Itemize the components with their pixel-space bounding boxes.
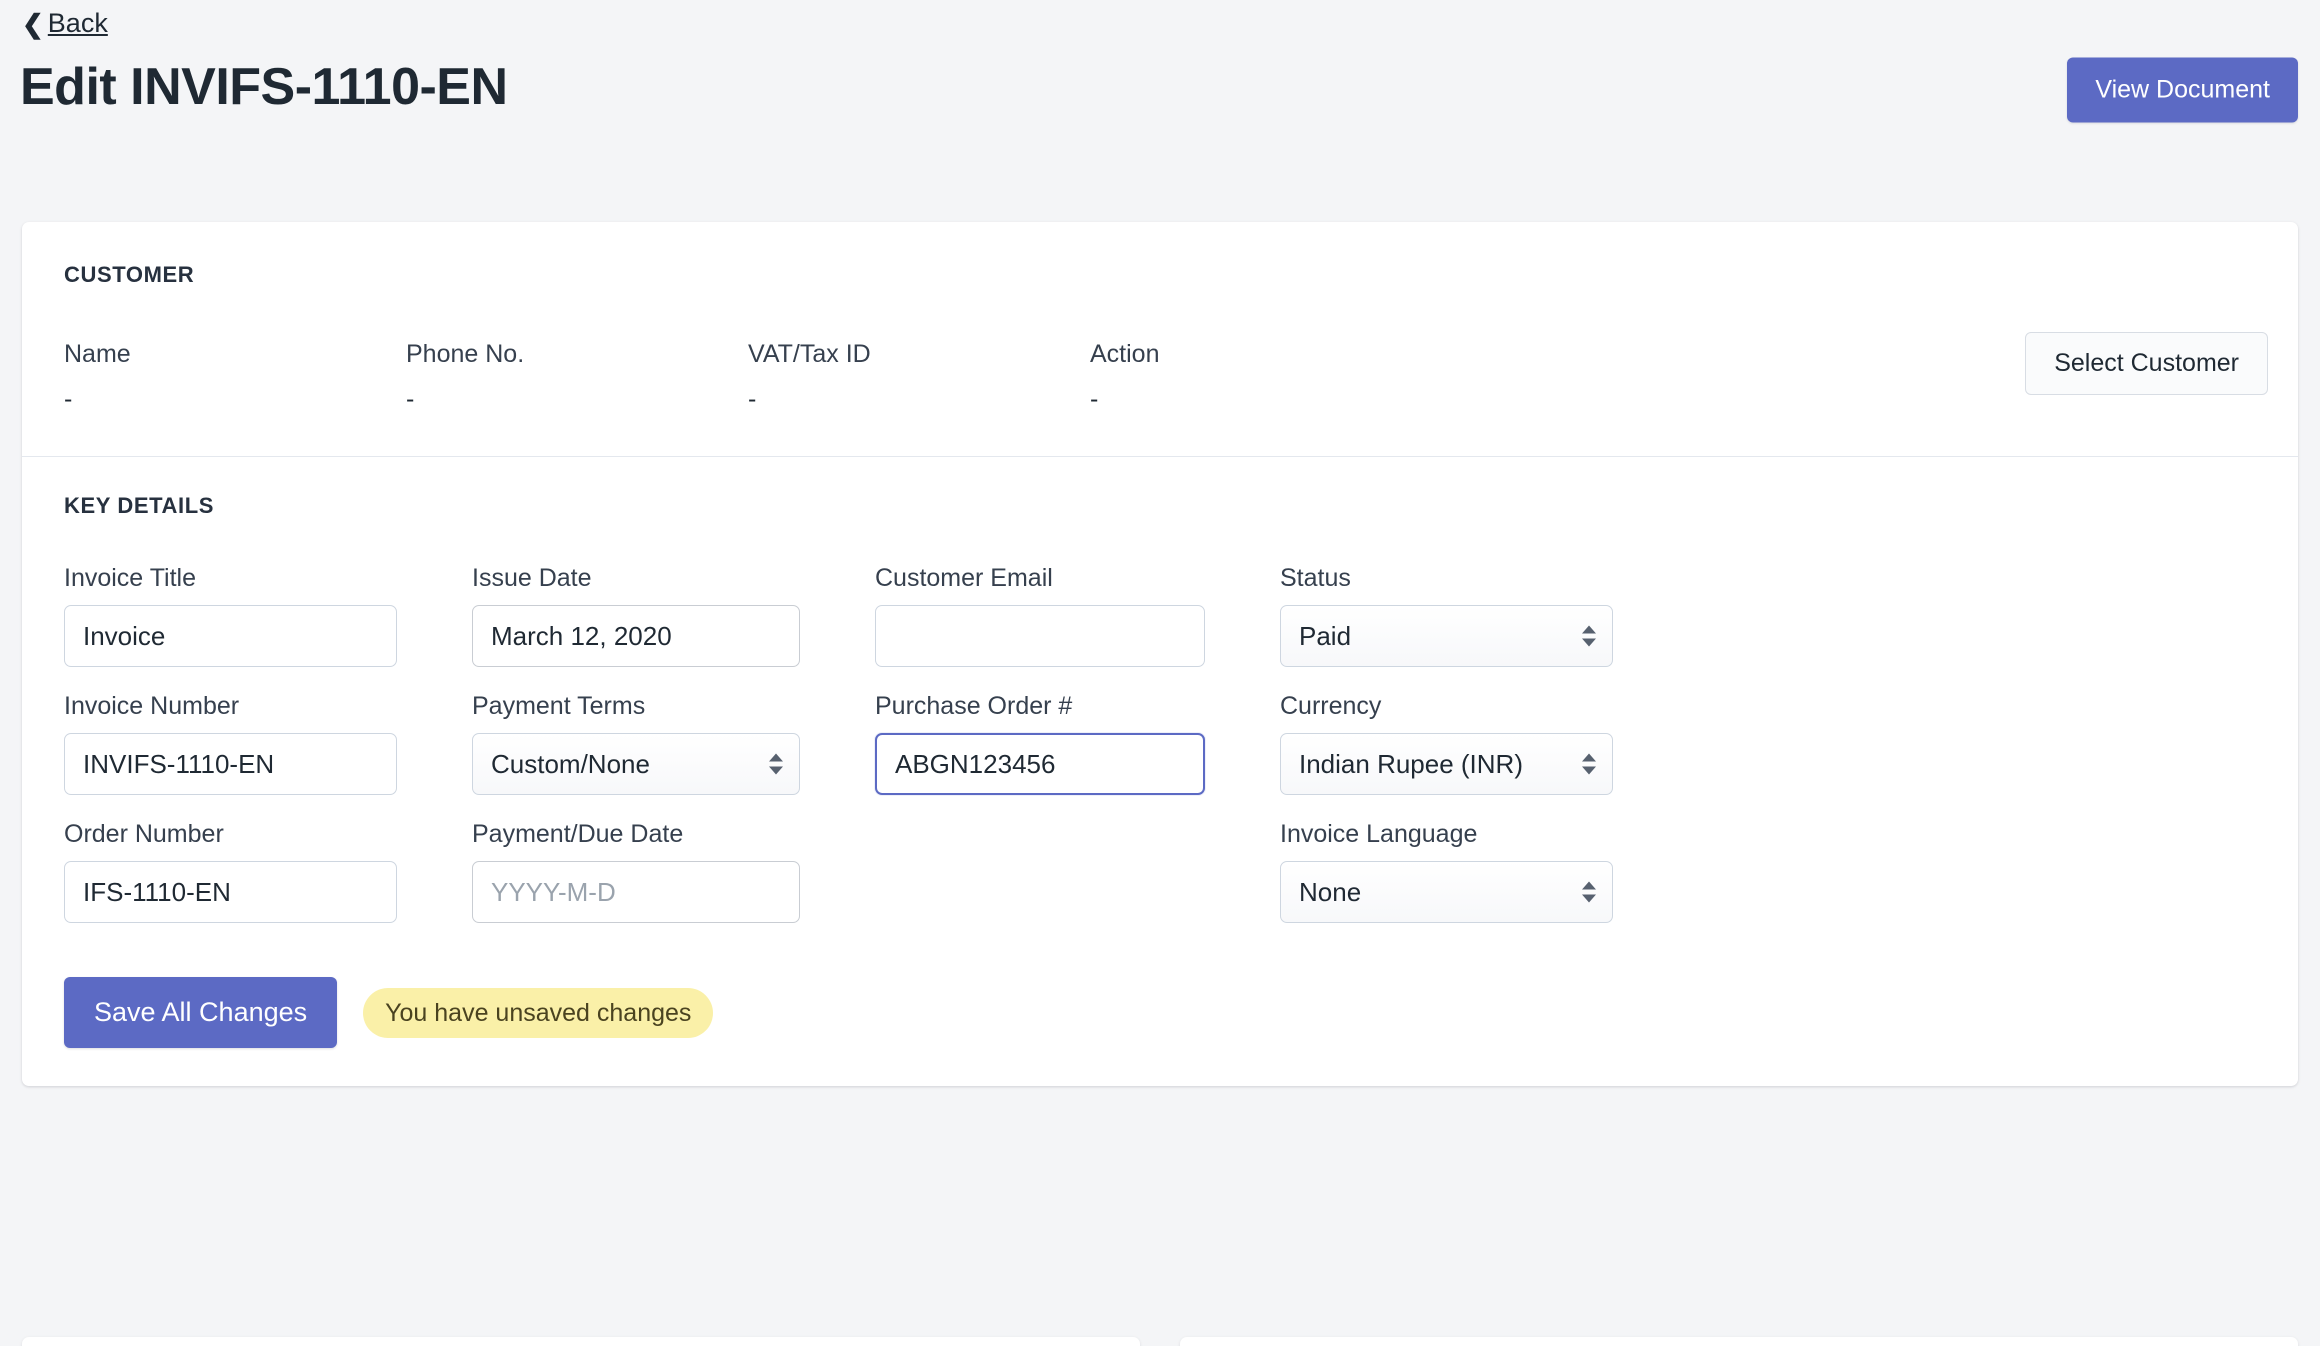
customer-section-title: CUSTOMER bbox=[64, 262, 195, 287]
grid-gap bbox=[397, 691, 472, 819]
customer-col-action: Action - bbox=[1090, 342, 1432, 412]
select-stepper-icon bbox=[1582, 625, 1596, 647]
issue-date-label: Issue Date bbox=[472, 564, 592, 592]
chevron-left-icon: ❮ bbox=[22, 8, 44, 39]
payment-terms-selected-value: Custom/None bbox=[491, 749, 650, 779]
field-payment-terms: Payment Terms Custom/None bbox=[472, 691, 800, 795]
invoice-language-selected-value: None bbox=[1299, 877, 1362, 907]
customer-action-label: Action bbox=[1090, 340, 1160, 368]
customer-email-input[interactable] bbox=[875, 605, 1205, 667]
payment-terms-select[interactable]: Custom/None bbox=[472, 733, 800, 795]
customer-col-phone: Phone No. - bbox=[406, 342, 748, 412]
customer-phone-value: - bbox=[406, 385, 415, 413]
grid-gap bbox=[1205, 563, 1280, 691]
grid-gap bbox=[397, 819, 472, 947]
purchase-order-input[interactable] bbox=[875, 733, 1205, 795]
view-document-button[interactable]: View Document bbox=[2067, 57, 2298, 123]
field-status: Status Paid bbox=[1280, 563, 1613, 667]
invoice-title-input[interactable] bbox=[64, 605, 397, 667]
back-link[interactable]: ❮ Back bbox=[22, 10, 108, 37]
field-invoice-language: Invoice Language None bbox=[1280, 819, 1613, 923]
select-stepper-icon bbox=[1582, 753, 1596, 775]
payment-terms-label: Payment Terms bbox=[472, 692, 646, 720]
field-issue-date: Issue Date bbox=[472, 563, 800, 667]
grid-gap bbox=[1205, 691, 1280, 819]
customer-name-label: Name bbox=[64, 340, 131, 368]
grid-gap bbox=[800, 563, 875, 691]
invoice-number-input[interactable] bbox=[64, 733, 397, 795]
field-currency: Currency Indian Rupee (INR) bbox=[1280, 691, 1613, 795]
customer-vat-value: - bbox=[748, 385, 757, 413]
customer-name-value: - bbox=[64, 385, 73, 413]
customer-col-name: Name - bbox=[64, 342, 406, 412]
customer-section: CUSTOMER Name - Phone No. - VAT/Tax ID -… bbox=[22, 222, 2298, 456]
status-select[interactable]: Paid bbox=[1280, 605, 1613, 667]
grid-gap bbox=[800, 691, 875, 819]
status-selected-value: Paid bbox=[1299, 621, 1352, 651]
page-title: Edit INVIFS-1110-EN bbox=[20, 58, 508, 116]
currency-label: Currency bbox=[1280, 692, 1382, 720]
payment-due-date-input[interactable] bbox=[472, 861, 800, 923]
order-number-label: Order Number bbox=[64, 820, 224, 848]
key-details-section-title: KEY DETAILS bbox=[64, 493, 215, 518]
invoice-language-select[interactable]: None bbox=[1280, 861, 1613, 923]
key-details-grid: Invoice Title Issue Date Customer Email … bbox=[52, 563, 2268, 947]
customer-col-vat: VAT/Tax ID - bbox=[748, 342, 1090, 412]
customer-email-label: Customer Email bbox=[875, 564, 1053, 592]
currency-select[interactable]: Indian Rupee (INR) bbox=[1280, 733, 1613, 795]
invoice-edit-card: CUSTOMER Name - Phone No. - VAT/Tax ID -… bbox=[22, 222, 2298, 1086]
bottom-card-right bbox=[1180, 1337, 2298, 1346]
field-invoice-number: Invoice Number bbox=[64, 691, 397, 795]
order-number-input[interactable] bbox=[64, 861, 397, 923]
purchase-order-label: Purchase Order # bbox=[875, 692, 1073, 720]
field-invoice-title: Invoice Title bbox=[64, 563, 397, 667]
form-actions: Save All Changes You have unsaved change… bbox=[52, 947, 2268, 1048]
select-stepper-icon bbox=[769, 753, 783, 775]
page-root: ❮ Back Edit INVIFS-1110-EN View Document… bbox=[0, 0, 2320, 1346]
field-customer-email: Customer Email bbox=[875, 563, 1205, 667]
select-customer-button[interactable]: Select Customer bbox=[2025, 332, 2268, 395]
save-all-changes-button[interactable]: Save All Changes bbox=[64, 977, 338, 1048]
grid-gap bbox=[397, 563, 472, 691]
field-payment-due-date: Payment/Due Date bbox=[472, 819, 800, 923]
key-details-section: KEY DETAILS Invoice Title Issue Date Cus… bbox=[22, 457, 2298, 1086]
issue-date-input[interactable] bbox=[472, 605, 800, 667]
invoice-language-label: Invoice Language bbox=[1280, 820, 1478, 848]
grid-gap bbox=[1205, 819, 1280, 947]
invoice-number-label: Invoice Number bbox=[64, 692, 240, 720]
invoice-title-label: Invoice Title bbox=[64, 564, 197, 592]
field-purchase-order: Purchase Order # bbox=[875, 691, 1205, 795]
customer-phone-label: Phone No. bbox=[406, 340, 525, 368]
status-label: Status bbox=[1280, 564, 1351, 592]
customer-action-value: - bbox=[1090, 385, 1099, 413]
grid-gap bbox=[800, 819, 875, 947]
field-empty-slot bbox=[875, 819, 1205, 923]
currency-selected-value: Indian Rupee (INR) bbox=[1299, 749, 1523, 779]
customer-summary-row: Name - Phone No. - VAT/Tax ID - Action -… bbox=[52, 332, 2268, 412]
customer-vat-label: VAT/Tax ID bbox=[748, 340, 871, 368]
field-order-number: Order Number bbox=[64, 819, 397, 923]
payment-due-date-label: Payment/Due Date bbox=[472, 820, 684, 848]
bottom-card-left bbox=[22, 1337, 1140, 1346]
select-stepper-icon bbox=[1582, 881, 1596, 903]
unsaved-changes-badge: You have unsaved changes bbox=[363, 987, 714, 1038]
back-link-label: Back bbox=[47, 8, 108, 38]
